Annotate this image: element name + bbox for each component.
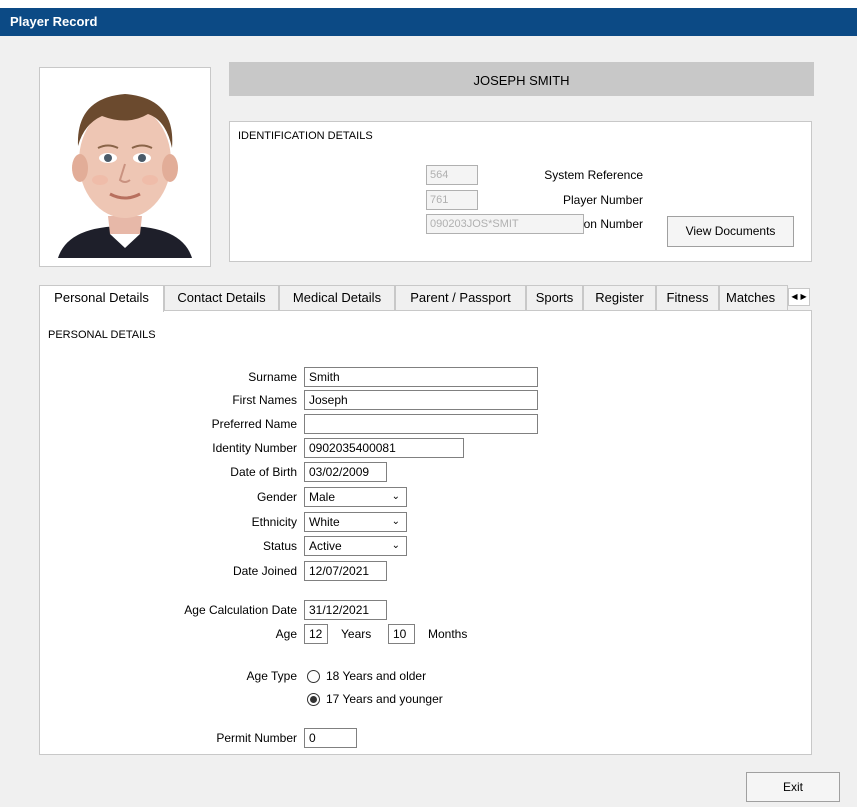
player-photo[interactable] (48, 76, 202, 258)
years-label: Years (341, 627, 372, 641)
surname-field[interactable]: Smith (304, 367, 538, 387)
registration-number-field[interactable]: 090203JOS*SMIT (426, 214, 584, 234)
tab-contact-details[interactable]: Contact Details (164, 285, 279, 310)
window-title: Player Record (0, 8, 857, 36)
age-label: Age (275, 627, 297, 641)
age-type-label: Age Type (246, 669, 297, 683)
first-names-label: First Names (232, 393, 297, 407)
permit-number-field[interactable]: 0 (304, 728, 357, 748)
age-months-field[interactable]: 10 (388, 624, 415, 644)
preferred-name-label: Preferred Name (211, 417, 297, 431)
player-name-bar: JOSEPH SMITH (229, 62, 814, 96)
date-of-birth-field[interactable]: 03/02/2009 (304, 462, 387, 482)
first-names-field[interactable]: Joseph (304, 390, 538, 410)
tab-sports[interactable]: Sports (526, 285, 583, 310)
months-label: Months (428, 627, 468, 641)
status-label: Status (262, 539, 297, 553)
triangle-left-icon[interactable]: ◀ (791, 292, 797, 301)
tab-personal-details[interactable]: Personal Details (39, 285, 164, 312)
status-select-value: Active (309, 539, 342, 553)
player-number-label: Player Number (562, 193, 643, 207)
gender-label: Gender (256, 490, 297, 504)
identification-heading: IDENTIFICATION DETAILS (238, 130, 373, 142)
age-type-option-17-younger: 17 Years and younger (326, 692, 443, 706)
age-calculation-date-field[interactable]: 31/12/2021 (304, 600, 387, 620)
personal-details-heading: PERSONAL DETAILS (48, 329, 156, 341)
player-photo-frame (39, 67, 211, 267)
tab-register[interactable]: Register (583, 285, 656, 310)
system-reference-field[interactable]: 564 (426, 165, 478, 185)
gender-select[interactable]: Male ⌄ (304, 487, 407, 507)
gender-select-value: Male (309, 490, 336, 504)
age-type-radio-18-older[interactable] (307, 670, 320, 683)
player-number-field[interactable]: 761 (426, 190, 478, 210)
tab-fitness[interactable]: Fitness (656, 285, 719, 310)
status-select[interactable]: Active ⌄ (304, 536, 407, 556)
age-years-field[interactable]: 12 (304, 624, 328, 644)
surname-label: Surname (248, 370, 297, 384)
date-of-birth-label: Date of Birth (230, 465, 297, 479)
date-joined-field[interactable]: 12/07/2021 (304, 561, 387, 581)
identity-number-label: Identity Number (212, 441, 297, 455)
ethnicity-select-value: White (309, 515, 340, 529)
chevron-down-icon: ⌄ (391, 540, 400, 551)
age-type-radio-17-younger[interactable] (307, 693, 320, 706)
footer-bar (0, 769, 857, 807)
tab-matches[interactable]: Matches (719, 285, 788, 310)
triangle-right-icon[interactable]: ▶ (801, 292, 807, 301)
tab-parent-passport[interactable]: Parent / Passport (395, 285, 526, 310)
chevron-down-icon: ⌄ (391, 516, 400, 527)
preferred-name-field[interactable] (304, 414, 538, 434)
tab-scroll-buttons: ◀ ▶ (788, 288, 810, 306)
age-type-option-18-older: 18 Years and older (326, 669, 427, 683)
tab-medical-details[interactable]: Medical Details (279, 285, 395, 310)
ethnicity-label: Ethnicity (251, 515, 297, 529)
chevron-down-icon: ⌄ (391, 491, 400, 502)
permit-number-label: Permit Number (216, 731, 297, 745)
personal-details-group: PERSONAL DETAILS Surname Smith First Nam… (39, 310, 812, 755)
view-documents-button[interactable]: View Documents (667, 216, 794, 247)
identification-details-group: IDENTIFICATION DETAILS System Reference … (229, 121, 812, 262)
identity-number-field[interactable]: 0902035400081 (304, 438, 464, 458)
date-joined-label: Date Joined (232, 564, 297, 578)
system-reference-label: System Reference (544, 168, 643, 182)
age-calculation-date-label: Age Calculation Date (184, 603, 297, 617)
exit-button[interactable]: Exit (746, 772, 840, 802)
ethnicity-select[interactable]: White ⌄ (304, 512, 407, 532)
